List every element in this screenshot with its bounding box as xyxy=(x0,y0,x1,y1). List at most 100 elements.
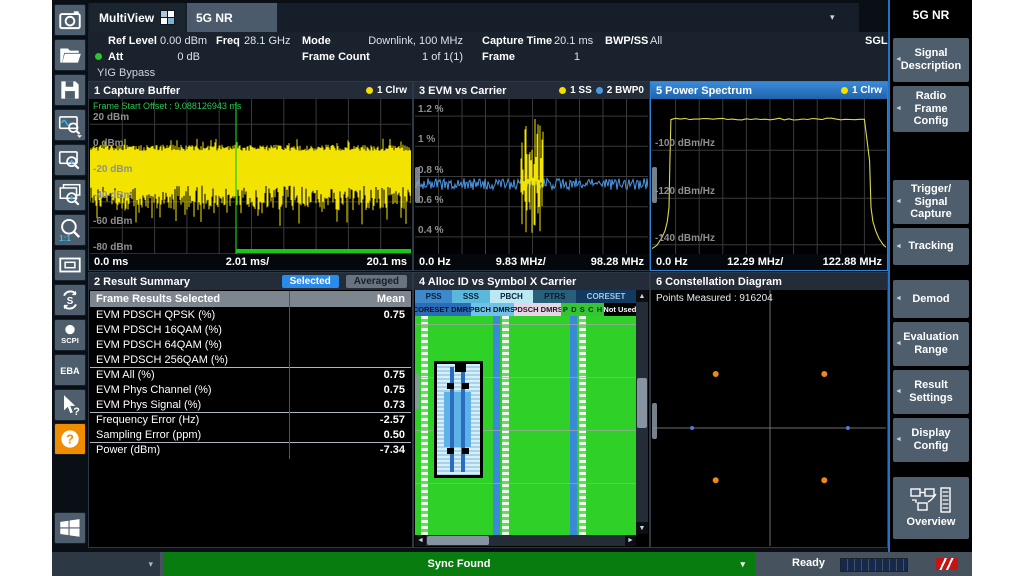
ref-level-value: 0.00 dBm xyxy=(160,35,207,47)
result-label: Sampling Error (ppm) xyxy=(96,429,384,441)
not-used-cell xyxy=(462,448,469,454)
windows-start-button[interactable] xyxy=(54,512,86,544)
splitter-handle[interactable] xyxy=(415,167,420,203)
softkey-result-settings[interactable]: ◄Result Settings xyxy=(893,370,969,414)
softkey-overview[interactable]: Overview xyxy=(893,477,969,539)
save-button[interactable] xyxy=(54,74,86,106)
table-row: Power (dBm)-7.34 xyxy=(90,442,411,457)
frame-count-label: Frame Count xyxy=(302,51,370,63)
zoom-1to1-button[interactable]: 1:1 xyxy=(54,214,86,246)
tab-multiview[interactable]: MultiView xyxy=(90,3,185,32)
legend-chip: C xyxy=(586,303,595,316)
scroll-left-icon[interactable]: ◄ xyxy=(415,535,426,546)
x-tick-per-div: 12.29 MHz/ xyxy=(727,256,783,268)
table-row: EVM PDSCH 256QAM (%) xyxy=(90,352,411,367)
softkey-label: Evaluation Range xyxy=(903,331,959,356)
table-row: EVM Phys Channel (%)0.75 xyxy=(90,382,411,397)
result-label: Frequency Error (Hz) xyxy=(96,414,380,426)
softkey-display-config[interactable]: ◄Display Config xyxy=(893,418,969,462)
legend-chip: CORESET xyxy=(576,290,636,303)
sequencer-button[interactable]: S xyxy=(54,284,86,316)
frame-value: 1 xyxy=(538,51,580,63)
softkey-label: Display Config xyxy=(911,427,950,452)
status-dropdown[interactable]: ▾ xyxy=(52,552,160,576)
window-evm-titlebar[interactable]: 3 EVM vs Carrier 1 SS 2 BWP0 xyxy=(414,82,649,99)
window-title: 1 Capture Buffer xyxy=(94,85,180,97)
sync-status-label: Sync Found xyxy=(428,558,491,570)
legend-chip: S xyxy=(578,303,586,316)
screenshot-button[interactable] xyxy=(54,4,86,36)
help-button[interactable]: ? xyxy=(54,423,86,455)
table-row: EVM Phys Signal (%)0.73 xyxy=(90,397,411,412)
legend-chip: D xyxy=(569,303,578,316)
submenu-arrow-icon: ◄ xyxy=(895,295,902,303)
window-capture-buffer-titlebar[interactable]: 1 Capture Buffer 1 Clrw xyxy=(89,82,412,99)
tab-overflow-chevron-icon[interactable]: ▾ xyxy=(830,12,835,23)
result-table-body: EVM PDSCH QPSK (%)0.75EVM PDSCH 16QAM (%… xyxy=(90,307,411,457)
softkey-trigger-signal-capture[interactable]: ◄Trigger/ Signal Capture xyxy=(893,180,969,224)
window-alloc-map-titlebar[interactable]: 4 Alloc ID vs Symbol X Carrier xyxy=(414,273,649,290)
att-value: 0 dB xyxy=(160,51,200,63)
pbch-band xyxy=(444,392,472,448)
eba-button[interactable]: EBA xyxy=(54,354,86,386)
x-tick-end: 122.88 MHz xyxy=(823,256,882,268)
scroll-up-icon[interactable]: ▲ xyxy=(636,290,648,302)
softkey-demod[interactable]: ◄Demod xyxy=(893,280,969,318)
tab-5g-nr[interactable]: 5G NR xyxy=(187,3,277,32)
splitter-handle[interactable] xyxy=(652,167,657,203)
softkey-signal-description[interactable]: ◄Signal Description xyxy=(893,38,969,82)
window-constellation: 6 Constellation Diagram Points Measured … xyxy=(650,272,888,548)
trace1-label: 1 SS xyxy=(570,85,592,96)
yig-bypass-label: YIG Bypass xyxy=(97,67,155,79)
submenu-arrow-icon: ◄ xyxy=(895,198,902,206)
eba-icon: EBA xyxy=(57,357,83,383)
display-frame-icon xyxy=(57,252,83,278)
window-result-summary-titlebar[interactable]: 2 Result Summary Selected Averaged xyxy=(89,273,412,290)
constellation-plot: Points Measured : 916204 xyxy=(652,290,886,546)
window-constellation-titlebar[interactable]: 6 Constellation Diagram xyxy=(651,273,887,290)
context-help-button[interactable]: ? xyxy=(54,389,86,421)
capture-time-value: 20.1 ms xyxy=(554,35,593,47)
tab-selected[interactable]: Selected xyxy=(282,275,339,288)
analyzer-app: 1:1 S SCPI EBA ? ? MultiView xyxy=(52,0,972,576)
horizontal-scrollbar[interactable]: ◄ ► xyxy=(415,535,636,546)
column-header-mean: Mean xyxy=(377,293,405,305)
splitter-handle[interactable] xyxy=(652,403,657,439)
zoom-display-button[interactable] xyxy=(54,144,86,176)
splitter-handle[interactable] xyxy=(415,373,420,409)
dmrs-stripe xyxy=(502,316,509,535)
power-spectrum-x-axis: 0.0 Hz 12.29 MHz/ 122.88 MHz xyxy=(651,254,887,270)
display-frame-button[interactable] xyxy=(54,249,86,281)
horizontal-scroll-handle[interactable] xyxy=(427,536,489,545)
tab-multiview-label: MultiView xyxy=(99,11,154,25)
scpi-recorder-button[interactable]: SCPI xyxy=(54,319,86,351)
freq-label: Freq xyxy=(216,35,240,47)
scroll-down-icon[interactable]: ▼ xyxy=(636,522,648,534)
vertical-scroll-handle[interactable] xyxy=(637,378,647,428)
vertical-scrollbar[interactable]: ▲ ▼ xyxy=(636,290,648,534)
tab-5g-nr-label: 5G NR xyxy=(196,11,233,25)
trace1-dot-icon xyxy=(559,87,566,94)
open-folder-icon xyxy=(57,42,83,68)
chevron-down-icon[interactable]: ▾ xyxy=(740,559,745,570)
zoom-display-icon xyxy=(57,147,83,173)
softkey-tracking[interactable]: ◄Tracking xyxy=(893,228,969,265)
result-value: -2.57 xyxy=(380,414,405,426)
points-measured-label: Points Measured : 916204 xyxy=(656,293,773,304)
zoom-signal-button[interactable] xyxy=(54,109,86,141)
scroll-right-icon[interactable]: ► xyxy=(625,535,636,546)
softkey-evaluation-range[interactable]: ◄Evaluation Range xyxy=(893,322,969,366)
multi-window-zoom-button[interactable] xyxy=(54,179,86,211)
coreset-stripe xyxy=(570,316,577,535)
not-used-cell xyxy=(455,363,466,372)
alloc-legend-row2: CORESET DMRSPBCH DMRSPDSCH DMRSPDSCHNot … xyxy=(415,303,636,316)
window-power-spectrum-titlebar[interactable]: 5 Power Spectrum 1 Clrw xyxy=(651,82,887,99)
tab-averaged[interactable]: Averaged xyxy=(346,275,407,288)
table-row: EVM PDSCH QPSK (%)0.75 xyxy=(90,307,411,322)
softkey-panel-title: 5G NR xyxy=(890,0,972,30)
open-file-button[interactable] xyxy=(54,39,86,71)
dmrs-stripe xyxy=(421,316,428,535)
table-row: EVM PDSCH 16QAM (%) xyxy=(90,322,411,337)
softkey-radio-frame-config[interactable]: ◄Radio Frame Config xyxy=(893,86,969,132)
x-tick-end: 20.1 ms xyxy=(367,256,407,268)
